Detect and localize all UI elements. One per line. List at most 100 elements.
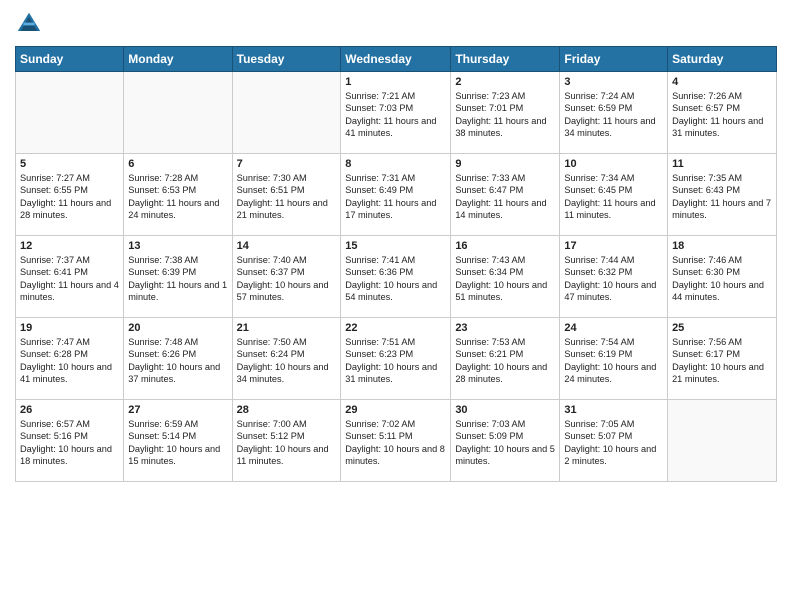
day-info: Sunrise: 7:24 AM Sunset: 6:59 PM Dayligh… <box>564 90 663 140</box>
day-number: 17 <box>564 240 663 252</box>
day-header-tuesday: Tuesday <box>232 47 341 72</box>
calendar-cell <box>668 400 777 482</box>
day-info: Sunrise: 7:21 AM Sunset: 7:03 PM Dayligh… <box>345 90 446 140</box>
calendar-table: SundayMondayTuesdayWednesdayThursdayFrid… <box>15 46 777 482</box>
day-info: Sunrise: 7:05 AM Sunset: 5:07 PM Dayligh… <box>564 418 663 468</box>
day-number: 29 <box>345 404 446 416</box>
day-number: 26 <box>20 404 119 416</box>
day-header-monday: Monday <box>124 47 232 72</box>
day-header-wednesday: Wednesday <box>341 47 451 72</box>
calendar-cell: 15 Sunrise: 7:41 AM Sunset: 6:36 PM Dayli… <box>341 236 451 318</box>
calendar-cell <box>232 72 341 154</box>
day-header-friday: Friday <box>560 47 668 72</box>
calendar-cell: 31Sunrise: 7:05 AM Sunset: 5:07 PM Dayli… <box>560 400 668 482</box>
day-info: Sunrise: 7:30 AM Sunset: 6:51 PM Dayligh… <box>237 172 337 222</box>
day-number: 12 <box>20 240 119 252</box>
day-info: Sunrise: 7:26 AM Sunset: 6:57 PM Dayligh… <box>672 90 772 140</box>
day-info: Sunrise: 7:54 AM Sunset: 6:19 PM Dayligh… <box>564 336 663 386</box>
day-info: Sunrise: 7:27 AM Sunset: 6:55 PM Dayligh… <box>20 172 119 222</box>
calendar-cell: 4 Sunrise: 7:26 AM Sunset: 6:57 PM Daylig… <box>668 72 777 154</box>
day-header-saturday: Saturday <box>668 47 777 72</box>
day-number: 24 <box>564 322 663 334</box>
day-info: Sunrise: 7:28 AM Sunset: 6:53 PM Dayligh… <box>128 172 227 222</box>
calendar-cell: 21 Sunrise: 7:50 AM Sunset: 6:24 PM Dayli… <box>232 318 341 400</box>
day-info: Sunrise: 7:02 AM Sunset: 5:11 PM Dayligh… <box>345 418 446 468</box>
day-number: 6 <box>128 158 227 170</box>
calendar-cell: 30 Sunrise: 7:03 AM Sunset: 5:09 PM Dayli… <box>451 400 560 482</box>
day-number: 30 <box>455 404 555 416</box>
day-info: Sunrise: 7:44 AM Sunset: 6:32 PM Dayligh… <box>564 254 663 304</box>
day-info: Sunrise: 6:59 AM Sunset: 5:14 PM Dayligh… <box>128 418 227 468</box>
calendar-cell: 10Sunrise: 7:34 AM Sunset: 6:45 PM Dayli… <box>560 154 668 236</box>
calendar-cell: 29 Sunrise: 7:02 AM Sunset: 5:11 PM Dayli… <box>341 400 451 482</box>
day-number: 11 <box>672 158 772 170</box>
days-header-row: SundayMondayTuesdayWednesdayThursdayFrid… <box>16 47 777 72</box>
day-info: Sunrise: 7:41 AM Sunset: 6:36 PM Dayligh… <box>345 254 446 304</box>
day-info: Sunrise: 7:00 AM Sunset: 5:12 PM Dayligh… <box>237 418 337 468</box>
day-number: 18 <box>672 240 772 252</box>
calendar-cell: 27 Sunrise: 6:59 AM Sunset: 5:14 PM Dayli… <box>124 400 232 482</box>
day-number: 16 <box>455 240 555 252</box>
day-info: Sunrise: 7:50 AM Sunset: 6:24 PM Dayligh… <box>237 336 337 386</box>
day-info: Sunrise: 7:37 AM Sunset: 6:41 PM Dayligh… <box>20 254 119 304</box>
calendar-cell: 5Sunrise: 7:27 AM Sunset: 6:55 PM Daylig… <box>16 154 124 236</box>
day-number: 8 <box>345 158 446 170</box>
logo <box>15 10 45 38</box>
calendar-page: SundayMondayTuesdayWednesdayThursdayFrid… <box>0 0 792 612</box>
day-info: Sunrise: 7:33 AM Sunset: 6:47 PM Dayligh… <box>455 172 555 222</box>
day-info: Sunrise: 7:34 AM Sunset: 6:45 PM Dayligh… <box>564 172 663 222</box>
logo-icon <box>15 10 43 38</box>
day-info: Sunrise: 6:57 AM Sunset: 5:16 PM Dayligh… <box>20 418 119 468</box>
day-info: Sunrise: 7:38 AM Sunset: 6:39 PM Dayligh… <box>128 254 227 304</box>
day-number: 19 <box>20 322 119 334</box>
day-info: Sunrise: 7:23 AM Sunset: 7:01 PM Dayligh… <box>455 90 555 140</box>
day-number: 21 <box>237 322 337 334</box>
day-number: 27 <box>128 404 227 416</box>
calendar-cell: 28Sunrise: 7:00 AM Sunset: 5:12 PM Dayli… <box>232 400 341 482</box>
day-info: Sunrise: 7:43 AM Sunset: 6:34 PM Dayligh… <box>455 254 555 304</box>
calendar-cell: 14 Sunrise: 7:40 AM Sunset: 6:37 PM Dayli… <box>232 236 341 318</box>
week-row-2: 5Sunrise: 7:27 AM Sunset: 6:55 PM Daylig… <box>16 154 777 236</box>
calendar-cell: 8Sunrise: 7:31 AM Sunset: 6:49 PM Daylig… <box>341 154 451 236</box>
day-info: Sunrise: 7:47 AM Sunset: 6:28 PM Dayligh… <box>20 336 119 386</box>
day-number: 7 <box>237 158 337 170</box>
week-row-3: 12 Sunrise: 7:37 AM Sunset: 6:41 PM Dayli… <box>16 236 777 318</box>
calendar-cell: 22 Sunrise: 7:51 AM Sunset: 6:23 PM Dayli… <box>341 318 451 400</box>
day-number: 9 <box>455 158 555 170</box>
day-header-sunday: Sunday <box>16 47 124 72</box>
day-number: 2 <box>455 76 555 88</box>
day-number: 15 <box>345 240 446 252</box>
day-number: 3 <box>564 76 663 88</box>
calendar-cell: 25 Sunrise: 7:56 AM Sunset: 6:17 PM Dayli… <box>668 318 777 400</box>
day-number: 22 <box>345 322 446 334</box>
calendar-cell: 18Sunrise: 7:46 AM Sunset: 6:30 PM Dayli… <box>668 236 777 318</box>
day-number: 4 <box>672 76 772 88</box>
day-info: Sunrise: 7:48 AM Sunset: 6:26 PM Dayligh… <box>128 336 227 386</box>
day-number: 23 <box>455 322 555 334</box>
day-info: Sunrise: 7:03 AM Sunset: 5:09 PM Dayligh… <box>455 418 555 468</box>
day-header-thursday: Thursday <box>451 47 560 72</box>
calendar-cell: 16 Sunrise: 7:43 AM Sunset: 6:34 PM Dayli… <box>451 236 560 318</box>
calendar-cell: 9 Sunrise: 7:33 AM Sunset: 6:47 PM Daylig… <box>451 154 560 236</box>
calendar-cell: 3 Sunrise: 7:24 AM Sunset: 6:59 PM Daylig… <box>560 72 668 154</box>
calendar-cell: 11Sunrise: 7:35 AM Sunset: 6:43 PM Dayli… <box>668 154 777 236</box>
week-row-4: 19 Sunrise: 7:47 AM Sunset: 6:28 PM Dayli… <box>16 318 777 400</box>
day-number: 25 <box>672 322 772 334</box>
calendar-cell: 6 Sunrise: 7:28 AM Sunset: 6:53 PM Daylig… <box>124 154 232 236</box>
day-info: Sunrise: 7:51 AM Sunset: 6:23 PM Dayligh… <box>345 336 446 386</box>
day-number: 13 <box>128 240 227 252</box>
calendar-cell: 7 Sunrise: 7:30 AM Sunset: 6:51 PM Daylig… <box>232 154 341 236</box>
calendar-cell <box>16 72 124 154</box>
calendar-cell: 23 Sunrise: 7:53 AM Sunset: 6:21 PM Dayli… <box>451 318 560 400</box>
day-number: 1 <box>345 76 446 88</box>
day-info: Sunrise: 7:56 AM Sunset: 6:17 PM Dayligh… <box>672 336 772 386</box>
calendar-cell: 26 Sunrise: 6:57 AM Sunset: 5:16 PM Dayli… <box>16 400 124 482</box>
calendar-cell: 13 Sunrise: 7:38 AM Sunset: 6:39 PM Dayli… <box>124 236 232 318</box>
calendar-cell: 12 Sunrise: 7:37 AM Sunset: 6:41 PM Dayli… <box>16 236 124 318</box>
day-info: Sunrise: 7:40 AM Sunset: 6:37 PM Dayligh… <box>237 254 337 304</box>
week-row-1: 1 Sunrise: 7:21 AM Sunset: 7:03 PM Daylig… <box>16 72 777 154</box>
day-info: Sunrise: 7:53 AM Sunset: 6:21 PM Dayligh… <box>455 336 555 386</box>
calendar-cell: 2 Sunrise: 7:23 AM Sunset: 7:01 PM Daylig… <box>451 72 560 154</box>
calendar-cell <box>124 72 232 154</box>
day-number: 14 <box>237 240 337 252</box>
